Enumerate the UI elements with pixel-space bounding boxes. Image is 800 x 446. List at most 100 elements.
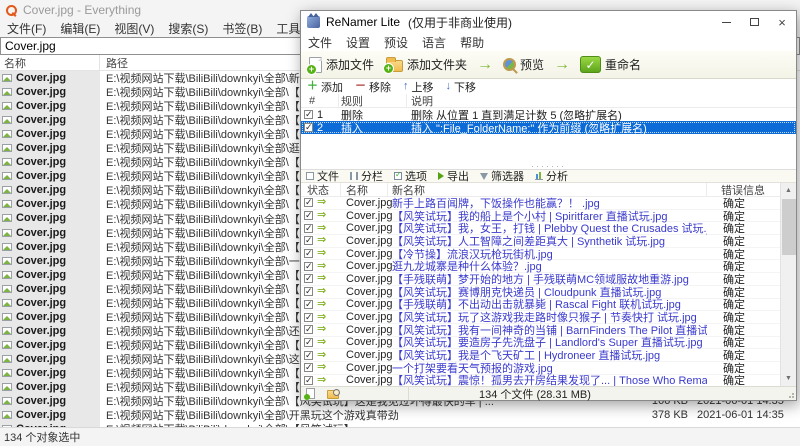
renamer-menu-item[interactable]: 预设 <box>377 34 415 51</box>
file-name: Cover.jpg <box>16 72 67 85</box>
rules-header-rule[interactable]: 规则 <box>339 94 407 108</box>
close-button[interactable]: × <box>768 11 796 33</box>
add-files-button[interactable]: 添加文件 <box>306 54 377 75</box>
analyze-tab-icon <box>535 172 543 180</box>
file-name-cell: Cover.jpg <box>0 380 100 395</box>
image-file-icon <box>2 312 12 321</box>
renamer-menu-item[interactable]: 语言 <box>415 34 453 51</box>
column-header-name[interactable]: 名称 <box>0 55 100 70</box>
scroll-down-icon[interactable]: ▼ <box>781 371 797 386</box>
file-checkbox[interactable] <box>304 223 313 234</box>
files-toolbar-button[interactable]: 分析 <box>535 168 568 184</box>
files-tab-icon <box>306 172 314 180</box>
file-status-cell: ⇒ <box>301 374 341 386</box>
file-status-cell: ⇒ <box>301 222 341 234</box>
rename-button[interactable]: ✓ 重命名 <box>577 54 644 75</box>
everything-menu-item[interactable]: 编辑(E) <box>53 20 107 37</box>
file-checkbox[interactable] <box>304 235 313 246</box>
everything-menu-item[interactable]: 文件(F) <box>0 20 53 37</box>
files-toolbar-button[interactable]: 筛选器 <box>480 168 524 184</box>
everything-menu-item[interactable]: 搜索(S) <box>161 20 215 37</box>
add-folders-button[interactable]: 添加文件夹 <box>383 54 470 75</box>
file-name-cell: Cover.jpg <box>0 323 100 338</box>
file-name-cell: Cover.jpg <box>0 141 100 156</box>
vertical-scrollbar[interactable]: ▲ ▼ <box>780 183 796 386</box>
file-checkbox[interactable] <box>304 312 313 323</box>
file-checkbox[interactable] <box>304 286 313 297</box>
everything-file-row[interactable]: Cover.jpg E:\视频网站下载\BiliBili\downkyi\全部\… <box>0 408 800 423</box>
rule-add-button[interactable]: ＋ 添加 <box>307 79 343 95</box>
file-name: Cover.jpg <box>16 367 67 379</box>
rename-arrow-icon: ⇒ <box>317 209 327 222</box>
maximize-button[interactable] <box>740 11 768 33</box>
file-checkbox[interactable] <box>304 324 313 335</box>
scrollbar-track[interactable] <box>781 198 797 371</box>
minimize-button[interactable] <box>712 11 740 33</box>
file-name-cell: Cover.jpg <box>0 71 100 86</box>
everything-menu-item[interactable]: 书签(B) <box>215 20 269 37</box>
file-old-name: Cover.jpg <box>346 247 393 260</box>
resize-grip[interactable] <box>786 390 794 398</box>
file-name: Cover.jpg <box>16 296 67 309</box>
file-name: Cover.jpg <box>16 352 67 365</box>
file-old-name: Cover.jpg <box>346 272 393 285</box>
file-checkbox[interactable] <box>304 197 313 208</box>
rule-checkbox[interactable] <box>304 109 313 120</box>
file-checkbox[interactable] <box>304 273 313 284</box>
files-header-new-name[interactable]: 新名称 <box>388 183 707 197</box>
file-status-cell: ⇒ <box>301 248 341 259</box>
rename-arrow-icon: ⇒ <box>317 297 327 310</box>
file-old-name: Cover.jpg <box>346 323 393 336</box>
files-toolbar-label: 导出 <box>447 171 469 183</box>
rule-move-down-button[interactable]: ↓ 下移 <box>446 79 477 95</box>
renamer-menu-item[interactable]: 帮助 <box>453 34 491 51</box>
files-toolbar-button[interactable]: 导出 <box>438 168 469 184</box>
everything-menu-item[interactable]: 视图(V) <box>107 20 161 37</box>
renamer-menu-item[interactable]: 设置 <box>339 34 377 51</box>
file-name-cell: Cover.jpg <box>0 309 100 324</box>
scrollbar-thumb[interactable] <box>781 199 796 255</box>
maximize-icon <box>749 18 759 26</box>
file-old-name: Cover.jpg <box>346 349 393 362</box>
image-file-icon <box>2 102 12 111</box>
file-new-name: 【风笑试玩】震惊！孤男去开房结果发现了... | Those Who Remai… <box>392 375 707 386</box>
file-checkbox[interactable] <box>304 362 313 373</box>
rule-number: 2 <box>317 121 324 134</box>
renamer-titlebar[interactable]: ReNamer Lite (仅用于非商业使用) × <box>301 11 796 33</box>
file-name-cell: Cover.jpg <box>0 267 100 282</box>
renamer-menu-item[interactable]: 文件 <box>301 34 339 51</box>
files-count-text: 134 个文件 (28.31 MB) <box>479 388 591 401</box>
image-file-icon <box>2 326 12 335</box>
file-checkbox[interactable] <box>304 375 313 386</box>
file-size: 378 KB <box>651 409 688 422</box>
add-files-mini-icon[interactable] <box>304 388 315 400</box>
files-header-name[interactable]: 名称 <box>341 183 388 197</box>
image-file-icon <box>2 186 12 195</box>
rule-add-label: 添加 <box>321 81 343 94</box>
arrow-up-icon: ↑ <box>403 80 409 92</box>
files-header-error[interactable]: 错误信息 <box>707 183 780 197</box>
everything-statusbar: 134 个对象选中 <box>0 427 800 446</box>
rule-number: 1 <box>317 108 324 121</box>
scroll-up-icon[interactable]: ▲ <box>781 183 797 198</box>
everything-logo-icon <box>6 4 17 16</box>
file-name-cell: Cover.jpg <box>0 408 100 423</box>
rules-header-num[interactable]: # <box>301 94 339 107</box>
file-checkbox[interactable] <box>304 248 313 259</box>
image-file-icon <box>2 411 12 420</box>
plus-icon: ＋ <box>307 80 318 92</box>
file-checkbox[interactable] <box>304 261 313 272</box>
filters-tab-icon <box>480 172 488 180</box>
rules-header-description[interactable]: 说明 <box>407 94 796 108</box>
renamer-file-row[interactable]: ⇒ Cover.jpg 【风笑试玩】震惊！孤男去开房结果发现了... | Tho… <box>301 374 780 386</box>
preview-button[interactable]: 预览 <box>500 54 547 75</box>
file-checkbox[interactable] <box>304 337 313 348</box>
files-header-status[interactable]: 状态 <box>301 183 341 197</box>
file-checkbox[interactable] <box>304 299 313 310</box>
file-checkbox[interactable] <box>304 210 313 221</box>
preview-files-mini-icon[interactable] <box>327 388 340 399</box>
image-file-icon <box>2 130 12 139</box>
rule-row[interactable]: 2 插入 插入 ":File_FolderName:" 作为前缀 (忽略扩展名) <box>301 121 796 135</box>
file-checkbox[interactable] <box>304 350 313 361</box>
rule-checkbox[interactable] <box>304 122 313 133</box>
